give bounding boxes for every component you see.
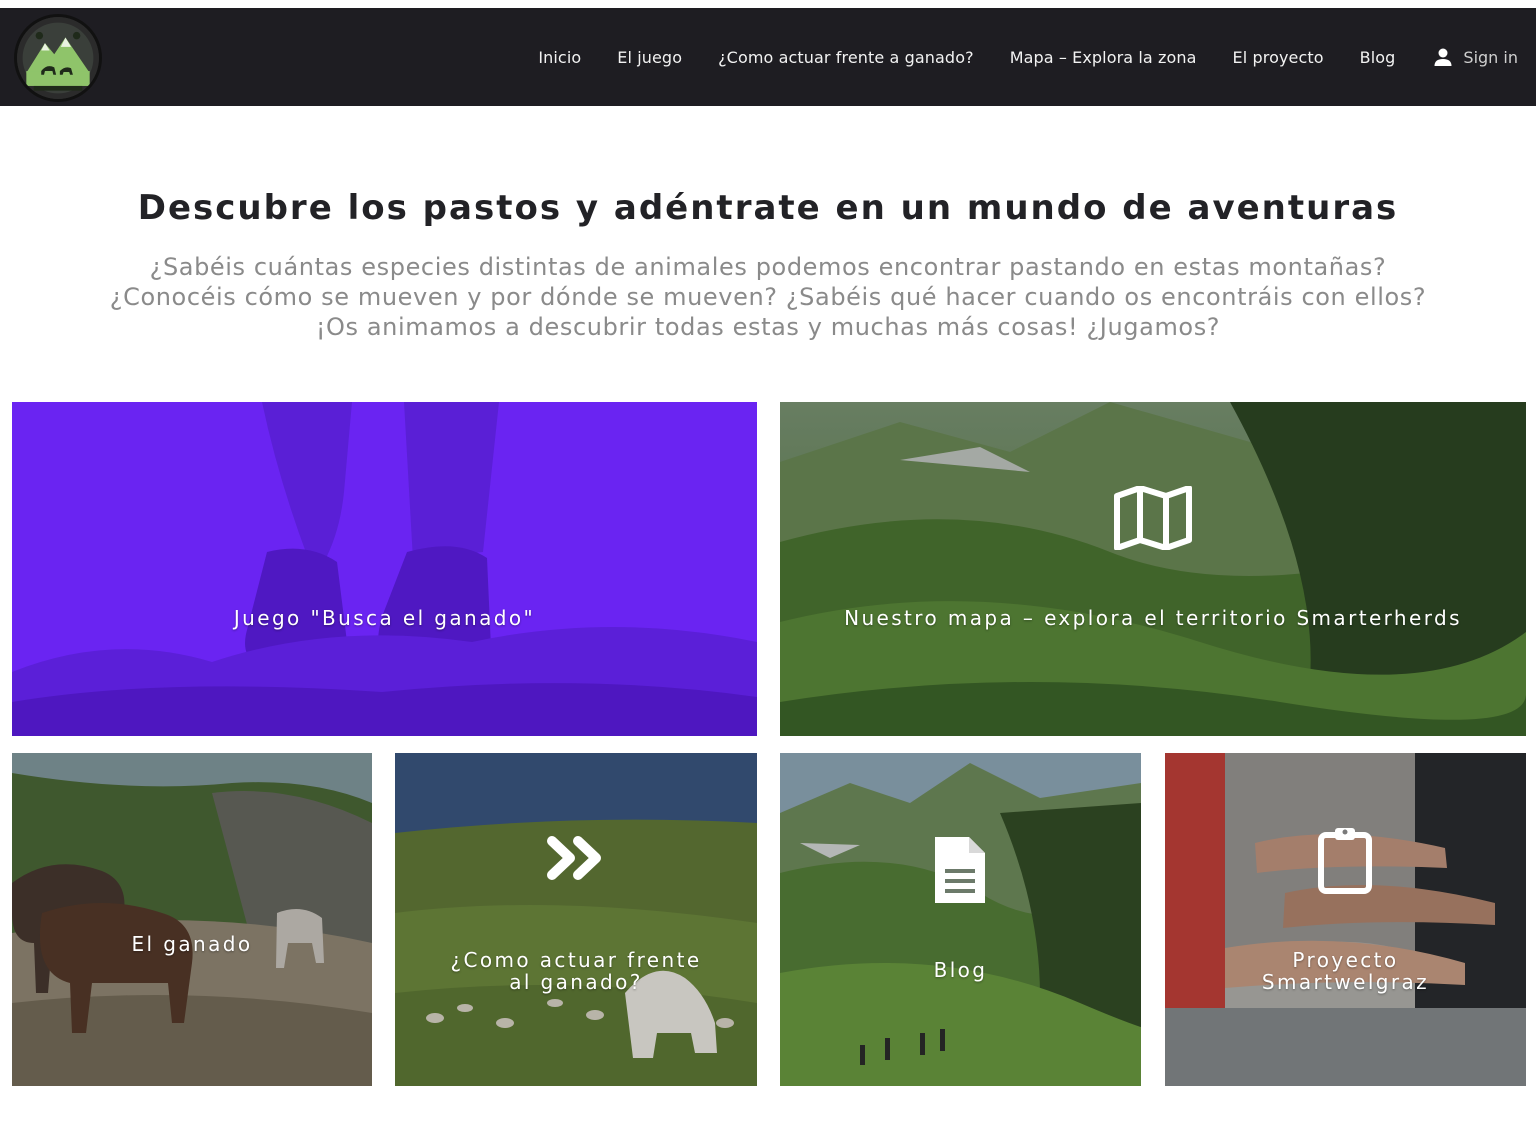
navbar: Inicio El juego ¿Como actuar frente a ga… [0,8,1536,106]
map-icon [1114,486,1192,550]
sign-in-label: Sign in [1463,47,1518,67]
user-icon [1434,48,1452,66]
tile-blog-label: Blog [933,958,988,982]
tile-how-to-act-label-line: ¿Como actuar frente [450,948,702,972]
project-background-image [1165,753,1526,1086]
hero-subtitle: ¿Sabéis cuántas especies distintas de an… [40,252,1496,342]
tile-project-label-line: Smartwelgraz [1261,970,1430,994]
nav-como-actuar[interactable]: ¿Como actuar frente a ganado? [718,48,974,67]
tile-project-label: Proyecto Smartwelgraz [1165,949,1526,993]
tile-map-label: Nuestro mapa – explora el territorio Sma… [844,606,1462,630]
nav-inicio[interactable]: Inicio [538,48,581,67]
tile-livestock-label: El ganado [131,932,253,956]
tile-game-label: Juego "Busca el ganado" [233,606,536,630]
tile-project[interactable]: Proyecto Smartwelgraz [1165,753,1526,1086]
how-to-act-background-image [395,753,757,1086]
tile-how-to-act-label: ¿Como actuar frente al ganado? [395,949,757,993]
double-chevron-right-icon [547,836,601,880]
sign-in-link[interactable]: Sign in [1433,47,1518,67]
tile-game[interactable]: Juego "Busca el ganado" [12,402,757,736]
game-background-image [12,402,757,736]
nav-el-juego[interactable]: El juego [617,48,682,67]
tile-how-to-act-label-line: al ganado? [509,970,643,994]
top-strip [0,0,1536,8]
tile-blog[interactable]: Blog [780,753,1141,1086]
hero-subtitle-line: ¿Sabéis cuántas especies distintas de an… [149,253,1387,281]
tile-project-label-line: Proyecto [1292,948,1399,972]
main-nav: Inicio El juego ¿Como actuar frente a ga… [502,8,1518,106]
map-background-image [780,402,1526,736]
hero-title: Descubre los pastos y adéntrate en un mu… [137,188,1399,228]
tile-livestock[interactable]: El ganado [12,753,372,1086]
nav-blog[interactable]: Blog [1360,48,1396,67]
nav-el-proyecto[interactable]: El proyecto [1233,48,1324,67]
nav-mapa[interactable]: Mapa – Explora la zona [1010,48,1197,67]
blog-background-image [780,753,1141,1086]
tile-how-to-act[interactable]: ¿Como actuar frente al ganado? [395,753,757,1086]
logo-icon [17,17,99,99]
tile-map[interactable]: Nuestro mapa – explora el territorio Sma… [780,402,1526,736]
document-icon [935,837,985,903]
hero-subtitle-line: ¿Conocéis cómo se mueven y por dónde se … [109,283,1427,311]
clipboard-icon [1318,828,1372,894]
livestock-background-image [12,753,372,1086]
hero-subtitle-line: ¡Os animamos a descubrir todas estas y m… [315,313,1221,341]
smarterherds-logo[interactable] [14,14,102,102]
